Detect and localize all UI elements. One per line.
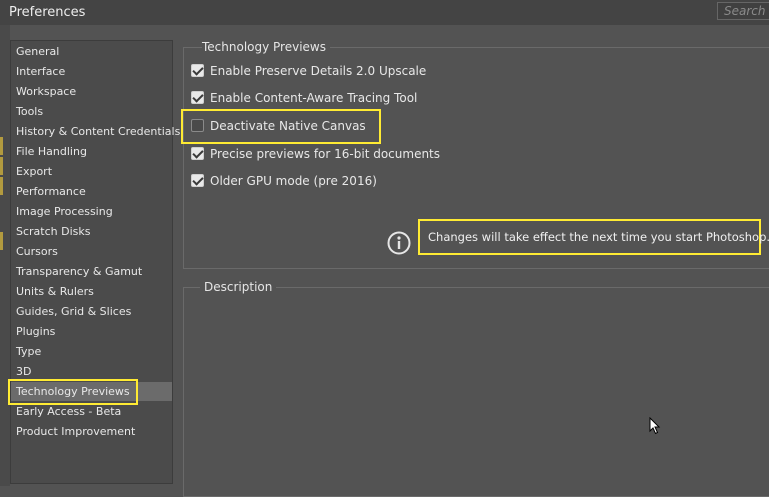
option-label: Enable Preserve Details 2.0 Upscale [210,64,427,78]
description-group [183,287,769,497]
info-circle-icon [387,231,411,255]
sidebar-item-transparency[interactable]: Transparency & Gamut [11,262,172,281]
option-label: Deactivate Native Canvas [210,119,366,133]
title-bar: Preferences Search P [0,0,769,25]
sidebar-item-cursors[interactable]: Cursors [11,242,172,261]
sidebar-item-file-handling[interactable]: File Handling [11,142,172,161]
sidebar-item-interface[interactable]: Interface [11,62,172,81]
edge-marker [0,157,3,175]
option-label: Enable Content-Aware Tracing Tool [210,91,418,105]
sidebar-item-plugins[interactable]: Plugins [11,322,172,341]
sidebar-item-3d[interactable]: 3D [11,362,172,381]
sidebar-item-early-access[interactable]: Early Access - Beta [11,402,172,421]
mouse-pointer-icon [649,417,661,435]
option-label: Older GPU mode (pre 2016) [210,174,377,188]
left-edge-strip [0,25,10,486]
option-label: Precise previews for 16-bit documents [210,147,441,161]
edge-marker [0,232,3,250]
sidebar-item-units-rulers[interactable]: Units & Rulers [11,282,172,301]
sidebar-item-type[interactable]: Type [11,342,172,361]
search-input[interactable]: Search P [717,2,769,20]
technology-previews-title: Technology Previews [202,40,330,54]
sidebar-item-image-processing[interactable]: Image Processing [11,202,172,221]
sidebar-item-performance[interactable]: Performance [11,182,172,201]
checkbox-checked[interactable] [191,91,204,104]
sidebar-item-workspace[interactable]: Workspace [11,82,172,101]
checkbox-checked[interactable] [191,147,204,160]
sidebar-item-scratch-disks[interactable]: Scratch Disks [11,222,172,241]
edge-marker [0,177,3,195]
preferences-sidebar: General Interface Workspace Tools Histor… [10,40,180,484]
sidebar-item-general[interactable]: General [11,42,172,61]
restart-notice: Changes will take effect the next time y… [418,219,769,255]
sidebar-item-history[interactable]: History & Content Credentials [11,122,180,141]
description-title: Description [200,280,277,294]
sidebar-item-guides[interactable]: Guides, Grid & Slices [11,302,172,321]
checkbox-unchecked[interactable] [191,119,204,132]
edge-marker [0,137,3,155]
sidebar-item-product-improvement[interactable]: Product Improvement [11,422,172,441]
checkbox-checked[interactable] [191,64,204,77]
sidebar-item-export[interactable]: Export [11,162,172,181]
checkbox-checked[interactable] [191,174,204,187]
sidebar-item-technology-previews[interactable]: Technology Previews [11,382,172,401]
window-title: Preferences [9,5,86,20]
sidebar-item-tools[interactable]: Tools [11,102,172,121]
